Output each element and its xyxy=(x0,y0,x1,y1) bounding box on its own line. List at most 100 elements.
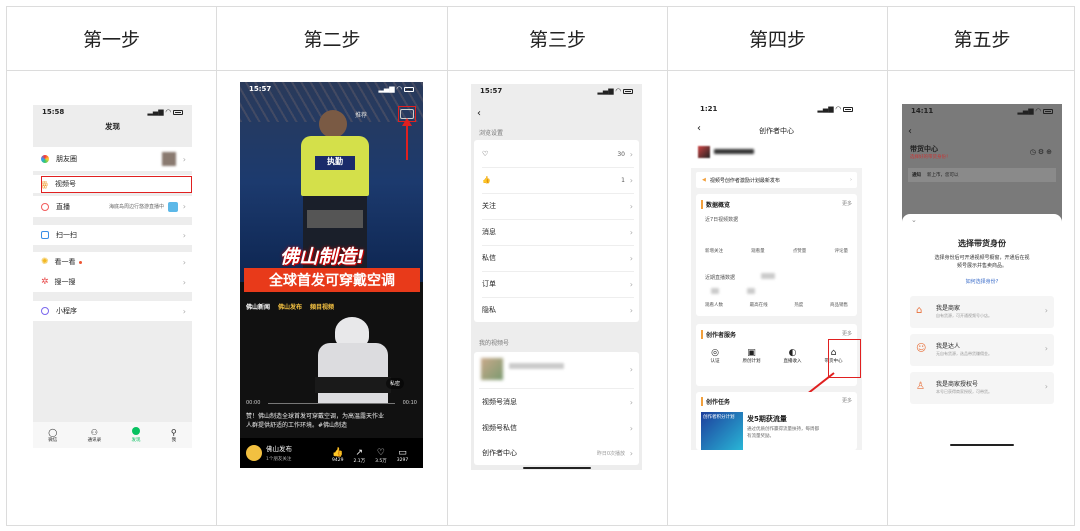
section-title-tasks: 创作任务 xyxy=(701,397,730,406)
menu-item-5[interactable]: 订单 › xyxy=(474,272,639,296)
like-button[interactable]: 👍 9429 xyxy=(332,448,343,464)
menu-item-search[interactable]: ✲ 搜一搜 › xyxy=(33,272,192,292)
header-step-1: 第一步 xyxy=(82,29,140,51)
option-influencer[interactable]: ☺ 我是达人 无自有货源，选品带货赚佣金。 › xyxy=(910,334,1054,366)
caption-line-2: 人群提供舒适的工作环境。#佛山制造 xyxy=(246,422,348,429)
sheet-title: 选择带货身份 xyxy=(958,239,1006,248)
tab-discover[interactable]: 发现 xyxy=(132,427,141,443)
more-link[interactable]: 更多 xyxy=(842,200,852,207)
account-name[interactable]: 佛山发布 xyxy=(266,443,292,453)
protective-suit-figure xyxy=(310,317,400,403)
share-button[interactable]: ↗ 2.1万 xyxy=(353,448,365,464)
live-data-label: 近期直播数据 xyxy=(705,275,736,281)
how-to-choose-link[interactable]: 如何选择身份? xyxy=(902,278,1062,285)
header-step-2: 第二步 xyxy=(303,29,361,51)
notice-bar[interactable]: ◀ 视频号创作者激励计划最新发布 › xyxy=(696,172,857,188)
back-icon[interactable]: ‹ xyxy=(908,126,912,137)
page-title: 带货中心 xyxy=(910,145,938,153)
sheet-desc-1: 选择身份后可开通视频号橱窗，开通后在视 xyxy=(934,255,1030,261)
week-data-label: 近7日视频数据 xyxy=(705,217,739,223)
notice-bar[interactable]: 通知 新上市，您可以 xyxy=(908,168,1056,182)
thumbs-up-icon: 👍 xyxy=(332,448,344,458)
highlight-box xyxy=(41,176,192,193)
phone-step-1: 15:58 ▂▄▆ ◠ 发现 朋友圈 › ꙮ 视频号 直播 海底岛周边行悠游直播中… xyxy=(33,105,192,448)
comment-button[interactable]: ▭ 3297 xyxy=(397,448,408,464)
search-icon: ✲ xyxy=(41,277,49,287)
bottom-tab-bar: ◯ 微信 ⚇ 通讯录 发现 ⚲ 我 xyxy=(33,422,192,448)
chevron-right-icon: › xyxy=(182,154,186,164)
person-icon: ♙ xyxy=(916,381,925,392)
status-time: 15:57 xyxy=(480,87,503,95)
status-time: 14:11 xyxy=(911,107,934,115)
header-step-4: 第四步 xyxy=(748,29,806,51)
chevron-right-icon: › xyxy=(182,257,186,267)
service-live-income[interactable]: ◐ 直播收入 xyxy=(784,348,802,364)
chevron-right-icon: › xyxy=(629,365,633,374)
blurred-value xyxy=(711,288,719,294)
sheet-desc-2: 频号展示并售卖商品。 xyxy=(956,263,1007,269)
menu-item-moments[interactable]: 朋友圈 › xyxy=(33,147,192,171)
chevron-right-icon: › xyxy=(182,230,186,240)
steps-table: 第一步 第二步 第三步 第四步 第五步 15:58 ▂▄▆ ◠ 发现 朋友圈 › … xyxy=(6,6,1075,526)
private-pill[interactable]: 私密 xyxy=(386,378,405,389)
task-banner[interactable]: 创作者积分计划 xyxy=(701,412,743,450)
chevron-right-icon: › xyxy=(629,175,633,185)
profile-avatar[interactable] xyxy=(698,146,710,158)
blurred-value xyxy=(747,288,755,294)
week-stats: 新增关注 观看量 点赞量 评论量 xyxy=(705,249,848,254)
service-verify[interactable]: ◎ 认证 xyxy=(711,348,720,364)
page-title: 创作者中心 xyxy=(759,127,794,135)
option-merchant[interactable]: ⌂ 我是商家 自有货源，可开通视频号小店。 › xyxy=(910,296,1054,328)
live-stats: 观看人数 最高在线 热度 商品销售 xyxy=(705,303,848,308)
menu-item-0[interactable]: ♡ 30 › xyxy=(474,142,639,166)
header-icons[interactable]: ◷⚙⊕ xyxy=(1030,148,1054,156)
menu-channel-private-messages[interactable]: 视频号私信 › xyxy=(474,416,639,440)
chevron-right-icon: › xyxy=(182,277,186,287)
chevron-right-icon: › xyxy=(629,201,633,211)
chevron-right-icon: › xyxy=(1044,344,1048,353)
source-logos: 佛山新闻 佛山发布 頻目视频 xyxy=(246,304,335,311)
task-desc-2: 有流量奖励。 xyxy=(747,434,774,439)
favorite-button[interactable]: ♡ 3.5万 xyxy=(375,448,387,464)
phone-step-4: 1:21 ▂▄▆ ◠ ‹ 创作者中心 ◀ 视频号创作者激励计划最新发布 › 数据概… xyxy=(691,102,862,450)
section-title-overview: 数据概览 xyxy=(701,200,730,209)
menu-item-scan[interactable]: 扫一扫 › xyxy=(33,225,192,245)
menu-item-2[interactable]: 关注 › xyxy=(474,194,639,218)
time-start: 00:00 xyxy=(246,400,261,406)
channel-avatar[interactable] xyxy=(481,358,503,380)
header-step-5: 第五步 xyxy=(953,29,1011,51)
back-icon[interactable]: ‹ xyxy=(477,108,481,119)
more-link[interactable]: 更多 xyxy=(842,330,852,337)
comment-icon: ▭ xyxy=(398,448,407,458)
menu-item-look[interactable]: ✺ 看一看 › xyxy=(33,252,192,272)
status-time: 15:58 xyxy=(42,108,65,116)
menu-channel-messages[interactable]: 视频号消息 › xyxy=(474,390,639,414)
tab-me[interactable]: ⚲ 我 xyxy=(171,428,177,443)
chevron-right-icon: › xyxy=(629,279,633,289)
time-end: 00:10 xyxy=(402,400,417,406)
tab-contacts[interactable]: ⚇ 通讯录 xyxy=(88,428,102,443)
headline-1: 佛山制造! xyxy=(280,246,365,268)
more-link[interactable]: 更多 xyxy=(842,397,852,404)
smile-icon: ☺ xyxy=(916,343,927,354)
menu-item-1[interactable]: 👍 1 › xyxy=(474,168,639,192)
option-authorized[interactable]: ♙ 我是商家授权号 本号已获得商家授权，可带货。 › xyxy=(910,372,1054,404)
account-avatar[interactable] xyxy=(246,445,262,461)
progress-bar[interactable] xyxy=(268,403,395,404)
live-thumbnail xyxy=(168,201,178,212)
compass-icon xyxy=(132,427,141,435)
tab-wechat[interactable]: ◯ 微信 xyxy=(48,428,57,443)
menu-item-4[interactable]: 私信 › xyxy=(474,246,639,270)
profile-name-blurred xyxy=(714,149,754,154)
chevron-right-icon: › xyxy=(1044,382,1048,391)
arrow-head-icon xyxy=(402,118,412,126)
task-name: 发5期获流量 xyxy=(747,415,787,423)
menu-item-3[interactable]: 消息 › xyxy=(474,220,639,244)
menu-creator-center[interactable]: 创作者中心 昨日0次播放 › xyxy=(474,442,639,464)
menu-item-miniprogram[interactable]: 小程序 › xyxy=(33,301,192,321)
service-original[interactable]: ▣ 原创计划 xyxy=(743,348,761,364)
menu-item-live[interactable]: 直播 海底岛周边行悠游直播中 › xyxy=(33,196,192,217)
collapse-icon[interactable]: ⌄ xyxy=(911,216,917,224)
menu-item-6[interactable]: 隐私 › xyxy=(474,298,639,322)
caption-line-1: 赞！佛山制造全球首发可穿戴空调，为高温露天作业 xyxy=(246,413,385,420)
